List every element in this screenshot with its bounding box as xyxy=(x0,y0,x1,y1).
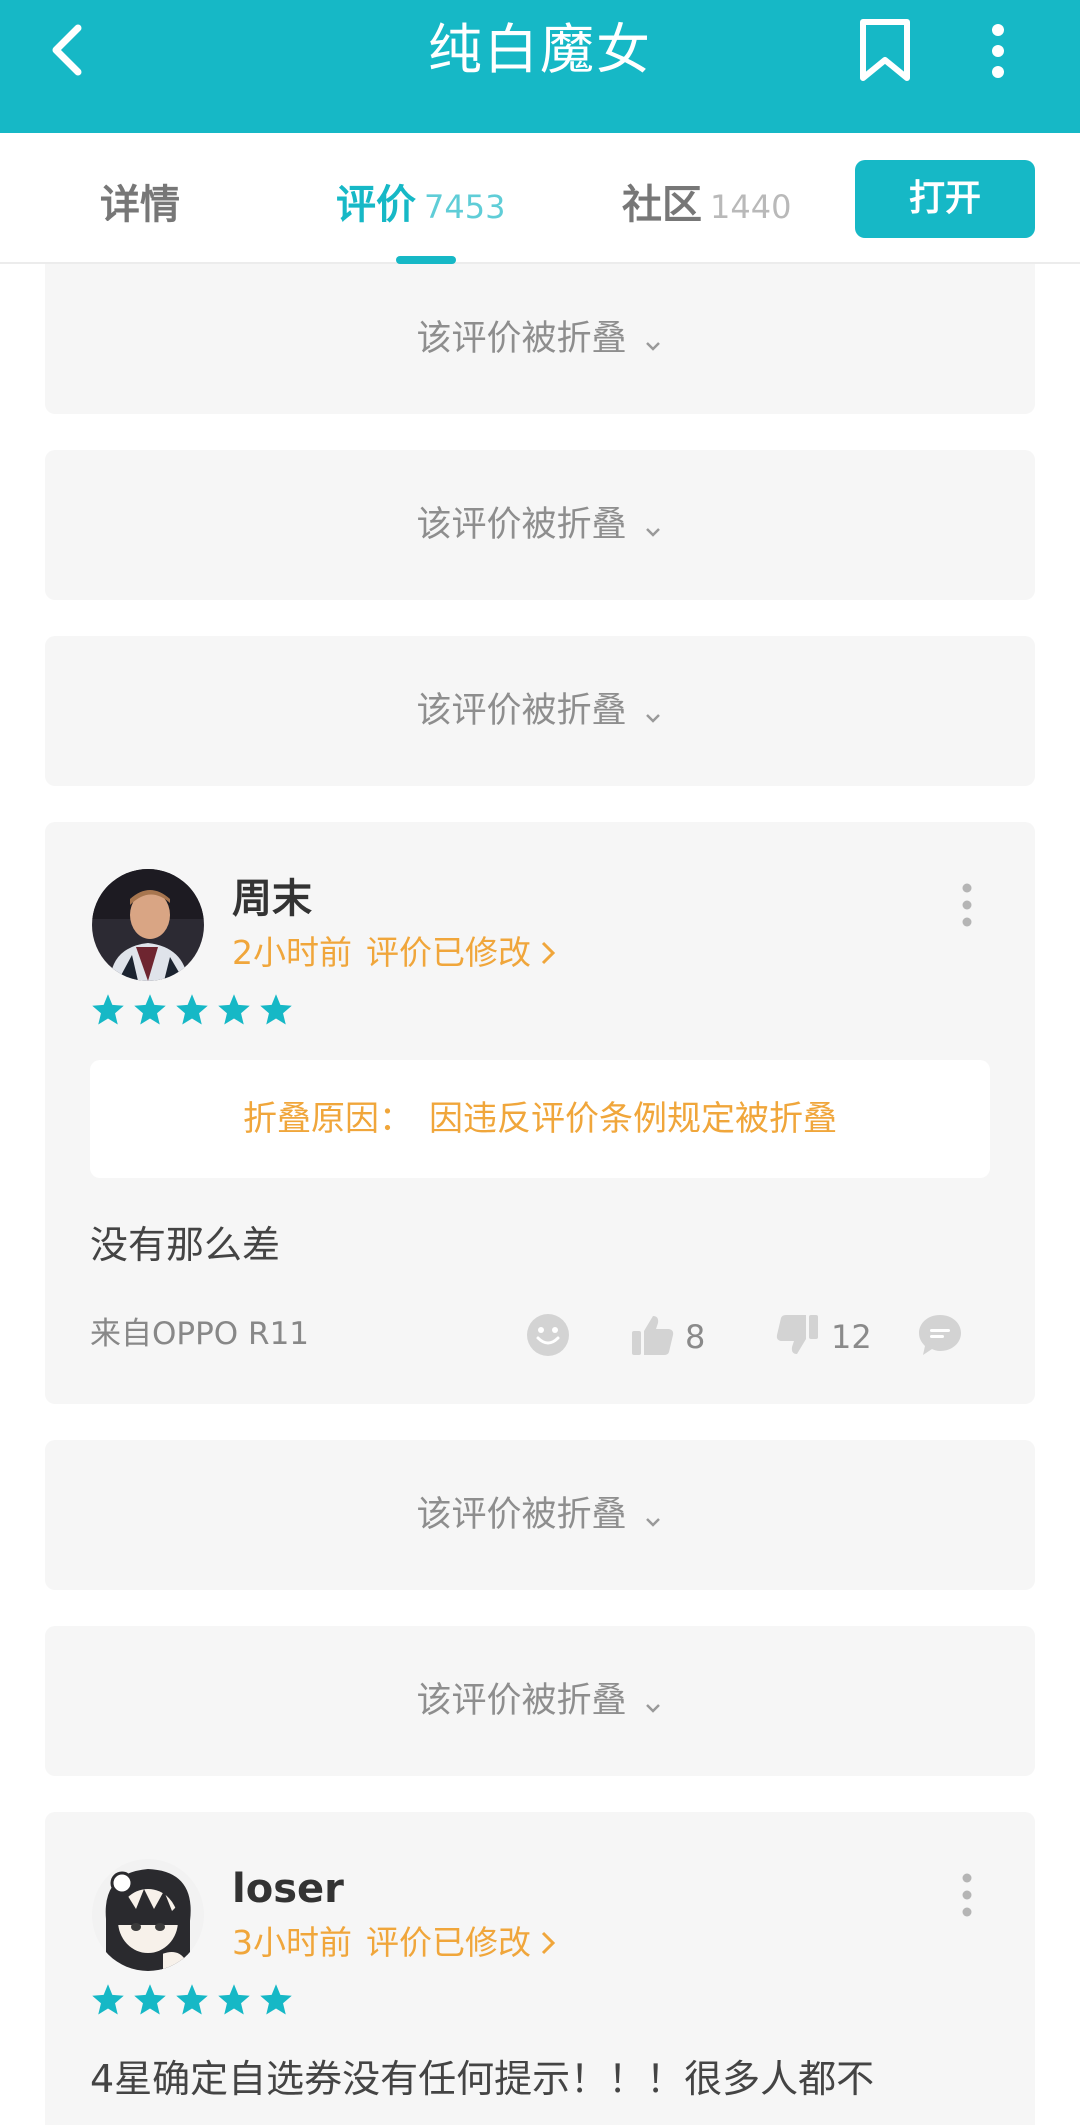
tab-label: 社区 xyxy=(622,182,702,228)
folded-label: 该评价被折叠 xyxy=(416,691,627,731)
review-meta[interactable]: 2小时前 评价已修改 xyxy=(232,930,557,976)
tab-count: 7453 xyxy=(424,188,506,226)
tab-count: 1440 xyxy=(710,188,792,226)
star-icon xyxy=(134,1984,166,2015)
dislike-button[interactable]: 12 xyxy=(775,1312,872,1358)
tab-reviews[interactable]: 评价 7453 xyxy=(336,175,505,235)
chevron-down-icon xyxy=(645,527,660,537)
comment-icon xyxy=(919,1315,961,1355)
star-icon xyxy=(260,1984,292,2015)
review-time: 3小时前 xyxy=(232,1923,352,1962)
thumbs-down-icon xyxy=(776,1315,818,1354)
reviewer-name[interactable]: loser xyxy=(232,1862,344,1916)
avatar[interactable] xyxy=(92,869,204,981)
folded-review-card[interactable]: 该评价被折叠 xyxy=(45,450,1035,600)
tab-label: 评价 xyxy=(336,182,416,228)
review-modified-link: 评价已修改 xyxy=(366,933,531,972)
comment-button[interactable] xyxy=(917,1312,963,1358)
fold-reason-label: 折叠原因： xyxy=(243,1099,413,1139)
review-card: 周末 2小时前 评价已修改 折叠原因： 因违反评价条例规定被折叠 没有那么差 来自O… xyxy=(45,822,1035,1404)
review-time: 2小时前 xyxy=(232,933,352,972)
review-more-icon[interactable] xyxy=(957,880,977,930)
folded-label: 该评价被折叠 xyxy=(416,505,627,545)
folded-review-card[interactable]: 该评价被折叠 xyxy=(45,1626,1035,1776)
tab-community[interactable]: 社区 1440 xyxy=(622,175,791,235)
like-count: 8 xyxy=(685,1318,706,1356)
avatar[interactable] xyxy=(92,1859,204,1971)
fold-reason-text: 因违反评价条例规定被折叠 xyxy=(429,1099,837,1139)
folded-review-card[interactable]: 该评价被折叠 xyxy=(45,264,1035,414)
chevron-right-icon xyxy=(541,1931,556,1955)
folded-review-card[interactable]: 该评价被折叠 xyxy=(45,636,1035,786)
dislike-count: 12 xyxy=(831,1318,872,1356)
review-text: 4星确定自选券没有任何提示！！！很多人都不 xyxy=(90,2057,875,2101)
star-icon xyxy=(260,994,292,1025)
thumbs-up-icon xyxy=(632,1316,674,1355)
active-tab-indicator xyxy=(396,256,456,264)
rating-stars xyxy=(90,1982,300,2022)
page-title: 纯白魔女 xyxy=(428,18,652,81)
review-card: loser 3小时前 评价已修改 4星确定自选券没有任何提示！！！很多人都不 xyxy=(45,1812,1035,2125)
review-device: 来自OPPO R11 xyxy=(90,1316,310,1352)
review-more-icon[interactable] xyxy=(957,1870,977,1920)
back-icon[interactable] xyxy=(40,18,100,82)
tab-details[interactable]: 详情 xyxy=(100,175,180,235)
rating-stars xyxy=(90,992,300,1032)
star-icon xyxy=(92,1984,124,2015)
emoji-react-button[interactable] xyxy=(525,1312,571,1358)
folded-label: 该评价被折叠 xyxy=(416,319,627,359)
review-text: 没有那么差 xyxy=(90,1223,281,1267)
tab-label: 详情 xyxy=(100,182,180,228)
star-icon xyxy=(176,1984,208,2015)
chevron-down-icon xyxy=(645,1703,660,1713)
chevron-down-icon xyxy=(645,713,660,723)
folded-review-card[interactable]: 该评价被折叠 xyxy=(45,1440,1035,1590)
review-meta[interactable]: 3小时前 评价已修改 xyxy=(232,1920,557,1966)
star-icon xyxy=(134,994,166,1025)
like-button[interactable]: 8 xyxy=(629,1312,705,1358)
smiley-icon xyxy=(527,1314,569,1356)
star-icon xyxy=(218,1984,250,2015)
folded-label: 该评价被折叠 xyxy=(416,1495,627,1535)
more-vertical-icon[interactable] xyxy=(976,20,1020,82)
chevron-down-icon xyxy=(645,1517,660,1527)
open-app-button[interactable]: 打开 xyxy=(855,160,1035,238)
chevron-right-icon xyxy=(541,941,556,965)
chevron-down-icon xyxy=(645,341,660,351)
top-app-bar: 纯白魔女 xyxy=(0,0,1080,133)
star-icon xyxy=(176,994,208,1025)
fold-reason-box: 折叠原因： 因违反评价条例规定被折叠 xyxy=(90,1060,990,1178)
reviewer-name[interactable]: 周末 xyxy=(232,872,312,926)
bookmark-icon[interactable] xyxy=(855,18,915,84)
folded-label: 该评价被折叠 xyxy=(416,1681,627,1721)
star-icon xyxy=(92,994,124,1025)
star-icon xyxy=(218,994,250,1025)
review-modified-link: 评价已修改 xyxy=(366,1923,531,1962)
